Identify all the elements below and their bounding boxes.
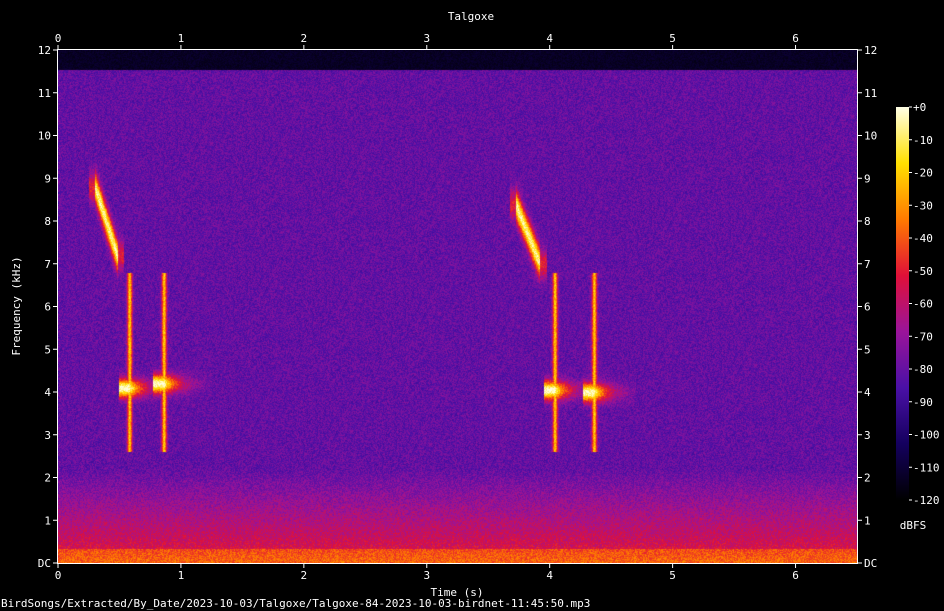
y-tick-label-left: 9	[44, 172, 51, 185]
colorbar-label: dBFS	[900, 519, 927, 532]
y-tick-label-left: 7	[44, 258, 51, 271]
y-tick-label-right: DC	[864, 557, 877, 570]
colorbar-tick-label: -90	[913, 396, 933, 409]
y-tick-label-right: 10	[864, 130, 877, 143]
colorbar-tick-label: -110	[913, 461, 940, 474]
x-tick-label-bottom: 1	[178, 569, 185, 582]
colorbar-gradient	[896, 107, 909, 500]
y-axis-left: DC123456789101112	[38, 44, 58, 570]
y-tick-label-right: 4	[864, 386, 871, 399]
x-tick-label-top: 5	[669, 32, 676, 45]
y-tick-label-left: 4	[44, 386, 51, 399]
y-tick-label-right: 2	[864, 472, 871, 485]
x-tick-label-top: 1	[178, 32, 185, 45]
y-tick-label-left: 8	[44, 215, 51, 228]
y-tick-label-right: 3	[864, 429, 871, 442]
y-tick-label-right: 7	[864, 258, 871, 271]
y-tick-label-left: 3	[44, 429, 51, 442]
y-axis-label: Frequency (kHz)	[10, 256, 23, 355]
y-axis-right: DC123456789101112	[857, 44, 877, 570]
colorbar-tick-label: -20	[913, 167, 933, 180]
x-tick-label-bottom: 3	[423, 569, 430, 582]
colorbar-tick-label: -60	[913, 298, 933, 311]
x-tick-label-bottom: 2	[301, 569, 308, 582]
chart-title: Talgoxe	[448, 10, 494, 23]
y-tick-label-left: 10	[38, 130, 51, 143]
x-axis-top: 0 1 2 3 4 5 6	[55, 32, 799, 50]
colorbar-tick-label: +0	[913, 101, 926, 114]
x-tick-label-top: 2	[301, 32, 308, 45]
x-tick-label-top: 3	[423, 32, 430, 45]
spectrogram-image	[58, 50, 857, 563]
x-tick-label-bottom: 4	[546, 569, 553, 582]
y-tick-label-right: 6	[864, 301, 871, 314]
colorbar-tick-label: -70	[913, 330, 933, 343]
x-tick-label-bottom: 0	[55, 569, 62, 582]
file-path-caption: BirdSongs/Extracted/By_Date/2023-10-03/T…	[1, 597, 590, 610]
colorbar-tick-label: -10	[913, 134, 933, 147]
y-tick-label-right: 5	[864, 343, 871, 356]
x-axis-bottom: 0 1 2 3 4 5 6	[55, 563, 799, 582]
y-tick-label-left: 5	[44, 343, 51, 356]
colorbar-tick-label: -40	[913, 232, 933, 245]
y-tick-label-left: 2	[44, 472, 51, 485]
y-tick-label-left: DC	[38, 557, 51, 570]
x-tick-label-top: 0	[55, 32, 62, 45]
colorbar-tick-label: -100	[913, 429, 940, 442]
y-tick-label-left: 11	[38, 87, 51, 100]
colorbar-tick-label: -30	[913, 199, 933, 212]
colorbar-tick-label: -120	[913, 494, 940, 507]
spectrogram-heatmap	[58, 50, 857, 563]
y-tick-label-right: 11	[864, 87, 877, 100]
y-tick-label-right: 8	[864, 215, 871, 228]
colorbar-ticks: +0 -10 -20 -30 -40 -50 -60 -70 -80 -90 -100 -110 -12…	[909, 101, 940, 507]
colorbar-tick-label: -50	[913, 265, 933, 278]
y-tick-label-left: 1	[44, 514, 51, 527]
y-tick-label-right: 12	[864, 44, 877, 57]
colorbar: +0 -10 -20 -30 -40 -50 -60 -70 -80 -90 -100 -110 -12…	[896, 101, 940, 532]
y-tick-label-left: 6	[44, 301, 51, 314]
y-tick-label-right: 1	[864, 514, 871, 527]
y-tick-label-left: 12	[38, 44, 51, 57]
colorbar-tick-label: -80	[913, 363, 933, 376]
x-tick-label-bottom: 6	[792, 569, 799, 582]
x-tick-label-bottom: 5	[669, 569, 676, 582]
y-tick-label-right: 9	[864, 172, 871, 185]
x-tick-label-top: 4	[546, 32, 553, 45]
x-tick-label-top: 6	[792, 32, 799, 45]
spectrogram-figure: Talgoxe 0123456 0123456 DC12345678910111…	[1, 10, 940, 610]
